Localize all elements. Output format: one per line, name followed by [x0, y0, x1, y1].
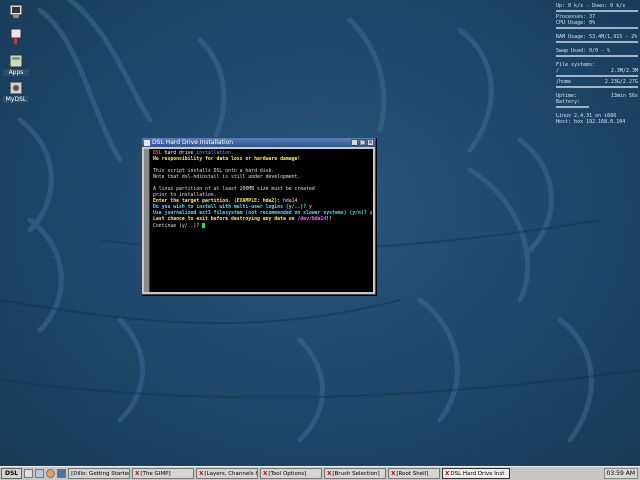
- fs-home-bar: [556, 86, 638, 88]
- terminal-cursor: [202, 223, 206, 228]
- terminal-icon: [9, 3, 23, 19]
- last-chance-end: !!: [326, 217, 333, 222]
- minimize-button[interactable]: _: [351, 139, 358, 146]
- task-dillo-label: [Dillo: Getting Started]: [71, 470, 131, 477]
- multiuser-prompt: Do you wish to install with multi-user l…: [153, 205, 309, 210]
- task-tool-options-label: [Tool Options]: [268, 470, 307, 477]
- dsl-hd-install-window[interactable]: DSL Hard Drive Installation _ □ × DSL ha…: [141, 137, 376, 295]
- swap-bar: [556, 55, 638, 57]
- partition-prompt: Enter the target partition. (EXAMPLE: hd…: [153, 199, 283, 204]
- task-brush-selection-label: [Brush Selection]: [332, 470, 380, 477]
- dsl-label: DSL: [153, 151, 162, 156]
- task-brush-selection[interactable]: X [Brush Selection]: [324, 468, 387, 479]
- swap-usage: Swap Used: 0/0 - %: [556, 48, 611, 54]
- app-x-icon: X: [135, 470, 140, 477]
- last-chance-prompt: Last chance to exit before destroying an…: [153, 217, 298, 222]
- ext3-prompt: Use journalized ext3 filesystem (not rec…: [153, 211, 370, 216]
- uptime-value: 13min 56s: [610, 93, 638, 99]
- apps-label: Apps: [3, 69, 29, 76]
- fs-root-bar: [556, 75, 638, 77]
- scrollbar-thumb[interactable]: [144, 149, 149, 292]
- task-root-shell[interactable]: X [Root Shell]: [388, 468, 441, 479]
- continue-prompt: Continue (y/..)?: [153, 224, 203, 229]
- mydsl-label: MyDSL: [3, 96, 29, 103]
- target-device: /dev/hda14: [297, 217, 327, 222]
- ram-bar: [556, 41, 638, 43]
- task-layers[interactable]: X[Layers, Channels & P: [196, 468, 259, 479]
- line-1-text: hard drive: [161, 151, 197, 156]
- terminal-scrollbar[interactable]: [144, 149, 150, 292]
- system-monitor: Up: 0 k/s - Down: 0 k/s Processes: 37 CP…: [556, 3, 638, 125]
- fs-home-value: 2.23G/2.27G: [604, 79, 638, 85]
- desktop-icon-apps[interactable]: Apps: [3, 53, 29, 76]
- app-x-icon: X: [263, 470, 268, 477]
- window-menu-icon[interactable]: [144, 139, 150, 146]
- task-dsl-install-label: DSL Hard Drive Inst: [450, 470, 505, 477]
- task-tool-options[interactable]: X [Tool Options]: [260, 468, 323, 479]
- fs-home-name: /home: [556, 79, 572, 85]
- task-dillo[interactable]: [Dillo: Getting Started]: [68, 468, 131, 479]
- ram-usage: RAM Usage: 53.4M/1,915 - 2%: [556, 34, 638, 40]
- mydsl-icon: [9, 80, 23, 96]
- task-layers-label: [Layers, Channels & P: [204, 470, 257, 477]
- fs-root-name: /: [556, 68, 560, 74]
- workspace-icon[interactable]: [57, 469, 67, 478]
- app-x-icon: X: [391, 470, 396, 477]
- desktop-toggle-icon[interactable]: [24, 469, 34, 478]
- desktop-icon-shortcut[interactable]: [3, 28, 29, 44]
- net-speed: Up: 0 k/s - Down: 0 k/s: [556, 3, 626, 9]
- cpu-usage: CPU Usage: 0%: [556, 20, 596, 26]
- line-1-installation: installation.: [196, 151, 234, 156]
- host-info: Host: box 192.168.0.104: [556, 119, 626, 125]
- clock: 03:59 AM: [603, 468, 638, 479]
- ext3-answer: y: [369, 211, 373, 216]
- taskbar: DSL [Dillo: Getting Started] X [The GIMP]…: [0, 466, 640, 480]
- start-button[interactable]: DSL: [1, 468, 23, 479]
- multiuser-answer: y: [308, 205, 312, 210]
- battery-label: Battery:: [556, 99, 581, 105]
- task-root-shell-label: [Root Shell]: [396, 470, 429, 477]
- task-dsl-install[interactable]: X DSL Hard Drive Inst: [442, 468, 511, 479]
- net-bar: [556, 10, 638, 12]
- battery-bar: [556, 106, 589, 108]
- window-title: DSL Hard Drive Installation: [152, 139, 234, 146]
- desktop: Apps MyDSL Up: 0 k/s - Down: 0 k/s Proce…: [0, 0, 640, 466]
- desktop-icon-mydsl[interactable]: MyDSL: [3, 80, 29, 103]
- app-x-icon: X: [327, 470, 332, 477]
- partition-answer: hda14: [282, 199, 298, 204]
- shortcut-icon: [9, 28, 23, 44]
- cpu-bar: [556, 27, 638, 29]
- firefox-icon[interactable]: [46, 469, 56, 478]
- app-x-icon: X: [445, 470, 450, 477]
- fs-root-value: 2.3M/2.3M: [610, 68, 638, 74]
- close-button[interactable]: ×: [367, 139, 374, 146]
- terminal-launch-icon[interactable]: [35, 469, 45, 478]
- terminal-output[interactable]: DSL hard drive installation. No responsi…: [150, 149, 373, 292]
- apps-icon: [9, 53, 23, 69]
- app-x-icon: X: [199, 470, 204, 477]
- maximize-button[interactable]: □: [359, 139, 366, 146]
- window-titlebar[interactable]: DSL Hard Drive Installation _ □ ×: [142, 138, 375, 147]
- desktop-icon-terminal[interactable]: [3, 3, 29, 19]
- task-gimp[interactable]: X [The GIMP]: [132, 468, 195, 479]
- task-gimp-label: [The GIMP]: [140, 470, 171, 477]
